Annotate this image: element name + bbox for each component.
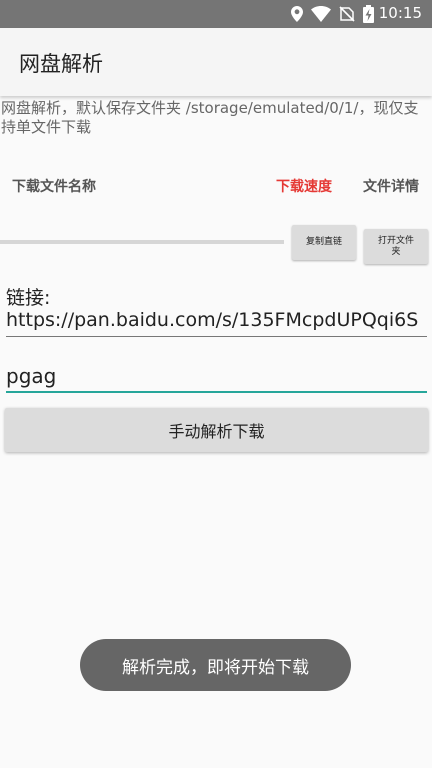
status-time: 10:15: [378, 4, 422, 22]
manual-parse-download-button[interactable]: 手动解析下载: [5, 408, 428, 452]
status-bar: 10:15: [0, 0, 432, 28]
link-field[interactable]: https://pan.baidu.com/s/135FMcpdUPQqi6S: [6, 309, 427, 337]
info-text: 网盘解析，默认保存文件夹 /storage/emulated/0/1/，现仅支持…: [1, 99, 419, 136]
battery-charging-icon: [363, 5, 374, 23]
no-sim-icon: [339, 6, 355, 22]
page-title: 网盘解析: [19, 52, 103, 76]
wifi-icon: [311, 6, 331, 22]
link-label: 链接:: [6, 287, 51, 309]
extraction-code-input[interactable]: pgag: [6, 362, 427, 393]
location-icon: [291, 6, 303, 22]
open-folder-button[interactable]: 打开文件夹: [364, 229, 428, 264]
file-detail-header: 文件详情: [363, 179, 419, 195]
status-icons: [291, 5, 374, 23]
copy-link-button[interactable]: 复制直链: [292, 225, 356, 260]
download-progress-bar: [0, 240, 284, 244]
app-bar: 网盘解析: [0, 28, 432, 96]
download-speed-header: 下载速度: [276, 179, 332, 195]
download-name-header: 下载文件名称: [12, 179, 96, 195]
toast-message: 解析完成，即将开始下载: [80, 639, 351, 691]
open-folder-label: 打开文件夹: [377, 235, 414, 257]
